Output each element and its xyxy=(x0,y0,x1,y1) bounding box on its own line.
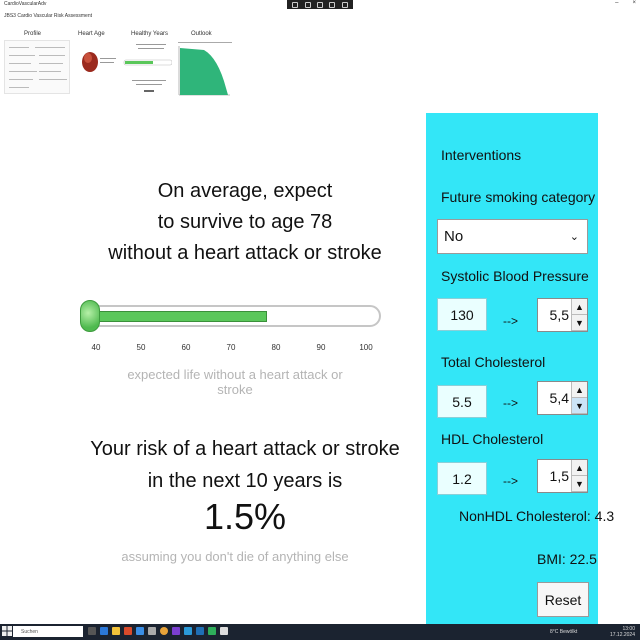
increment-icon[interactable]: ▲ xyxy=(572,382,587,398)
slider-caption: expected life without a heart attack or … xyxy=(127,367,343,397)
smoking-select[interactable]: No ⌄ xyxy=(437,219,588,254)
pen-icon[interactable] xyxy=(304,1,311,8)
clock-date: 17.12.2024 xyxy=(609,632,635,638)
taskbar xyxy=(0,624,640,640)
outlook-icon[interactable] xyxy=(136,627,144,635)
sbp-label: Systolic Blood Pressure xyxy=(441,268,589,284)
decrement-icon[interactable]: ▼ xyxy=(572,476,587,492)
healthy-years-thumbnail[interactable] xyxy=(106,40,173,94)
task-view-icon[interactable] xyxy=(88,627,96,635)
sbp-current-field: 130 xyxy=(437,298,487,331)
widgets-icon[interactable] xyxy=(100,627,108,635)
survival-age-line: to survive to age 78 xyxy=(157,211,333,233)
minimize-button[interactable]: – xyxy=(615,0,618,6)
bmi-readout: BMI: 22.5 xyxy=(537,551,597,567)
grid-icon[interactable] xyxy=(316,1,323,8)
cholesterol-label: Total Cholesterol xyxy=(441,354,546,370)
window-controls: – × xyxy=(615,0,636,6)
slider-tick-label: 100 xyxy=(359,343,373,352)
cholesterol-arrow: --> xyxy=(503,396,518,410)
risk-line-2: in the next 10 years is xyxy=(147,470,343,492)
slider-tick-label: 40 xyxy=(91,343,101,352)
window-icon[interactable] xyxy=(329,1,336,8)
risk-caption: assuming you don't die of anything else xyxy=(121,549,349,564)
sbp-target-stepper[interactable]: 5,5 ▲ ▼ xyxy=(537,298,588,332)
risk-value: 1.5% xyxy=(203,496,287,537)
edge-icon[interactable] xyxy=(184,627,192,635)
capture-icon[interactable] xyxy=(292,1,299,8)
cholesterol-target-value: 5,4 xyxy=(549,390,569,406)
office-icon[interactable] xyxy=(124,627,132,635)
slider-tick-label: 90 xyxy=(316,343,326,352)
close-button[interactable]: × xyxy=(632,0,636,6)
risk-statement: Your risk of a heart attack or stroke in… xyxy=(90,433,400,497)
file-explorer-icon[interactable] xyxy=(112,627,120,635)
word-icon[interactable] xyxy=(196,627,204,635)
slider-tick-label: 50 xyxy=(136,343,146,352)
chevron-down-icon: ⌄ xyxy=(569,231,579,243)
hdl-label: HDL Cholesterol xyxy=(441,431,544,447)
hdl-current-field: 1.2 xyxy=(437,462,487,495)
survival-line-3: without a heart attack or stroke xyxy=(108,242,382,264)
excel-icon[interactable] xyxy=(208,627,216,635)
increment-icon[interactable]: ▲ xyxy=(572,460,587,476)
tab-profile[interactable]: Profile xyxy=(24,31,41,37)
survival-statement: On average, expect to survive to age 78 … xyxy=(100,176,390,269)
app-subtitle: JBS3 Cardio Vascular Risk Assessment xyxy=(4,13,92,19)
more-icon[interactable] xyxy=(341,1,348,8)
cardiovascular-app-icon[interactable] xyxy=(220,627,228,635)
smoking-label: Future smoking category xyxy=(441,189,596,205)
visual-studio-icon[interactable] xyxy=(172,627,180,635)
decrement-icon[interactable]: ▼ xyxy=(572,398,587,414)
weather-widget[interactable]: 8°C Bewölkt xyxy=(550,629,577,635)
settings-icon[interactable] xyxy=(148,627,156,635)
hdl-target-value: 1,5 xyxy=(549,468,569,484)
slider-tick-label: 60 xyxy=(181,343,191,352)
taskbar-search-input[interactable]: Suchen xyxy=(13,626,83,637)
smoking-select-value: No xyxy=(444,228,464,245)
decrement-icon[interactable]: ▼ xyxy=(572,315,587,331)
tab-heart-age[interactable]: Heart Age xyxy=(78,31,105,37)
chrome-icon[interactable] xyxy=(160,627,168,635)
interventions-title: Interventions xyxy=(441,147,522,163)
cholesterol-target-stepper[interactable]: 5,4 ▲ ▼ xyxy=(537,381,588,415)
tab-healthy-years[interactable]: Healthy Years xyxy=(131,31,168,37)
life-expectancy-slider-fill xyxy=(90,311,267,322)
app-title: CardioVascularAdv xyxy=(4,1,47,7)
sbp-arrow: --> xyxy=(503,314,518,328)
healthy-years-preview xyxy=(123,44,173,92)
hdl-arrow: --> xyxy=(503,474,518,488)
sbp-target-value: 5,5 xyxy=(549,307,569,323)
life-expectancy-slider-thumb[interactable] xyxy=(80,300,100,332)
slider-tick-label: 70 xyxy=(226,343,236,352)
survival-line-1: On average, expect xyxy=(157,180,333,202)
increment-icon[interactable]: ▲ xyxy=(572,299,587,315)
outlook-chart-preview xyxy=(178,42,232,96)
hdl-target-stepper[interactable]: 1,5 ▲ ▼ xyxy=(537,459,588,493)
windows-start-icon[interactable] xyxy=(2,626,12,636)
profile-thumbnail[interactable] xyxy=(4,40,70,94)
nonhdl-cholesterol-readout: NonHDL Cholesterol: 4.3 xyxy=(459,508,615,524)
risk-line-1: Your risk of a heart attack or stroke xyxy=(90,438,400,460)
outlook-thumbnail[interactable] xyxy=(174,40,234,102)
tab-outlook[interactable]: Outlook xyxy=(191,31,212,37)
slider-tick-label: 80 xyxy=(271,343,281,352)
system-clock[interactable]: 13:00 17.12.2024 xyxy=(610,626,635,638)
screen-capture-toolbar[interactable] xyxy=(287,0,353,9)
reset-button[interactable]: Reset xyxy=(537,582,589,617)
cholesterol-current-field: 5.5 xyxy=(437,385,487,418)
